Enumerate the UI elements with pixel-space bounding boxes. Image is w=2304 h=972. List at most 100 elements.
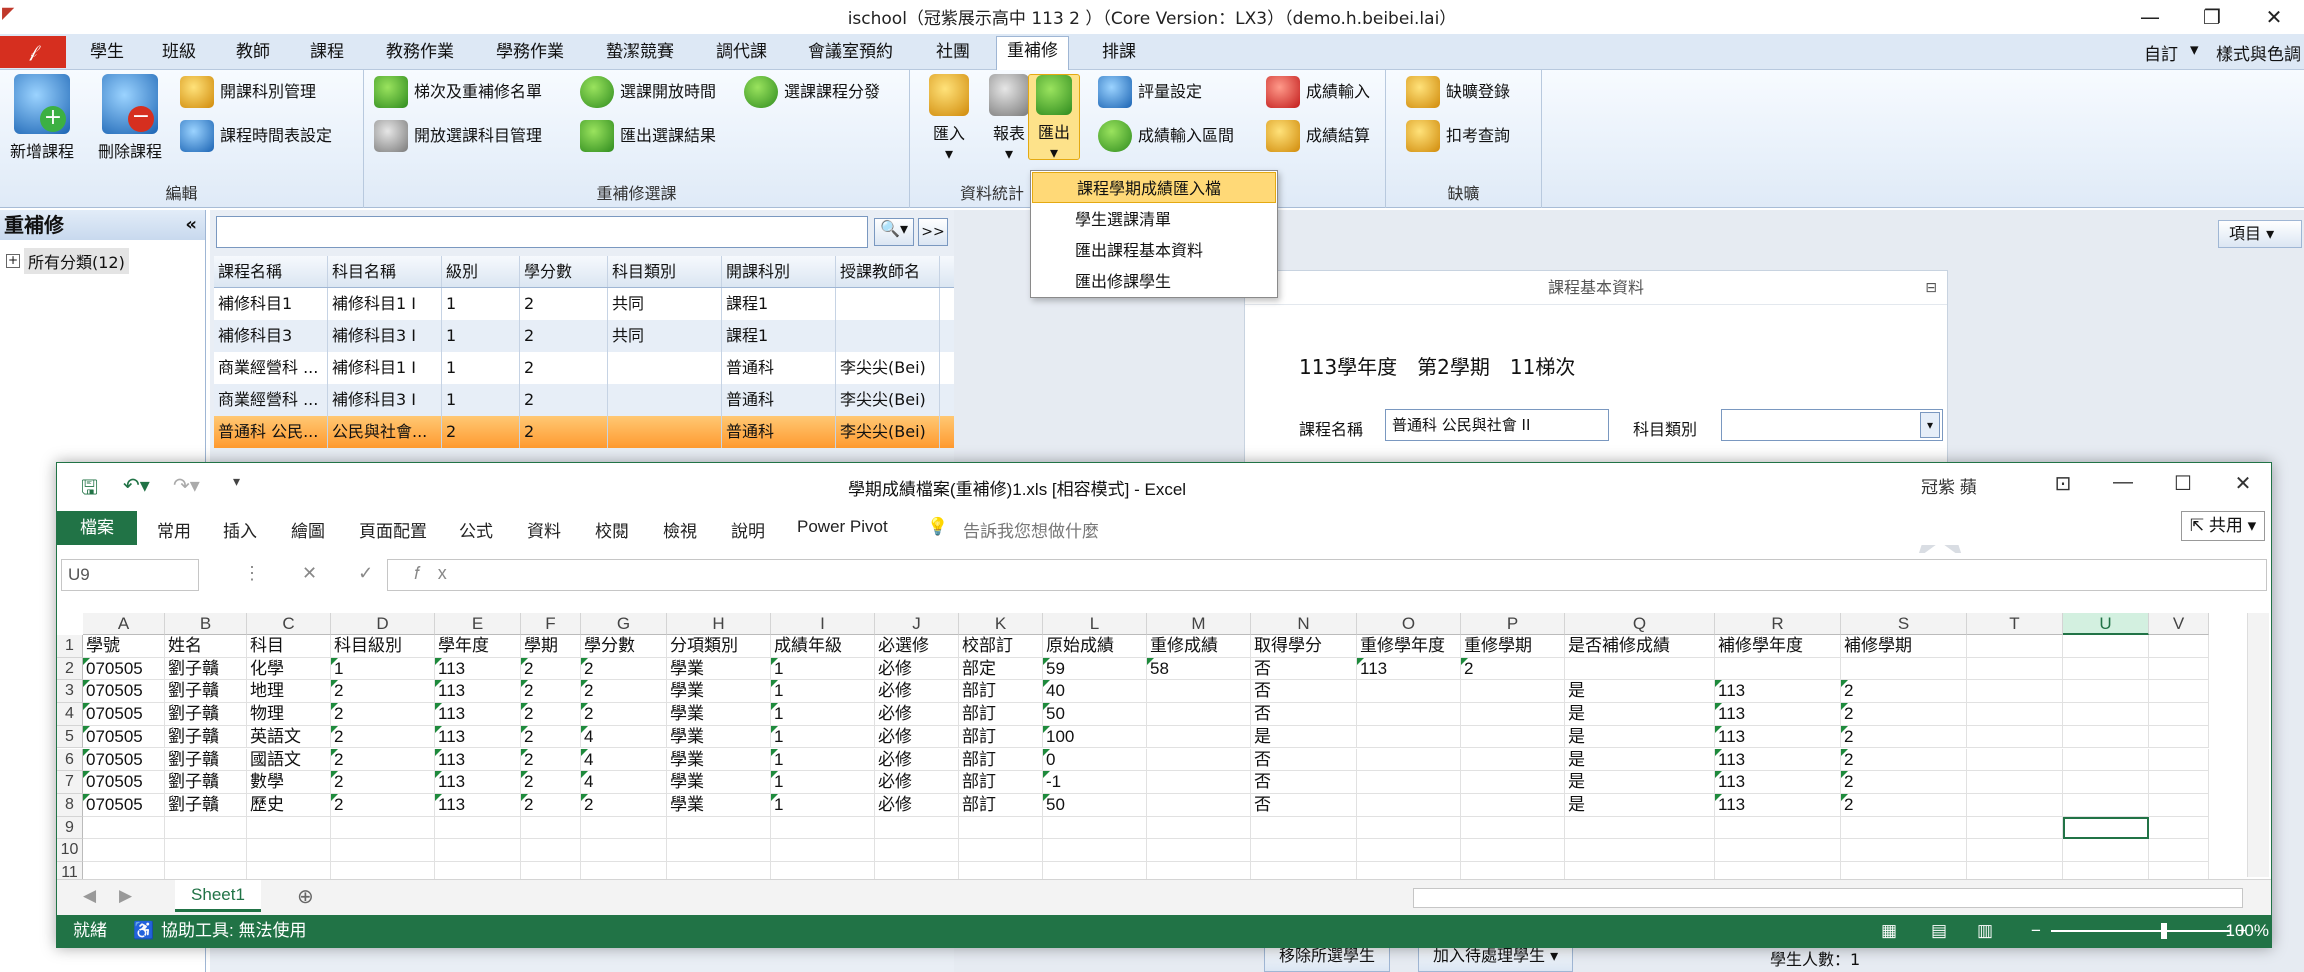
cell[interactable] <box>2149 748 2209 772</box>
custom-dropdown-icon[interactable]: ▾ <box>2190 40 2199 60</box>
cell[interactable] <box>959 839 1043 862</box>
cell[interactable]: 113 <box>1715 771 1841 794</box>
sheet-nav-right-icon[interactable]: ▶ <box>119 886 132 906</box>
cell[interactable] <box>2149 680 2209 704</box>
cell[interactable] <box>1461 839 1565 862</box>
tell-me-input[interactable]: 告訴我您想做什麼 <box>963 517 1099 542</box>
score-calc-button[interactable]: 成績結算 <box>1266 118 1370 154</box>
tab-substitute[interactable]: 調代課 <box>706 38 777 68</box>
cell[interactable]: 2 <box>521 748 581 772</box>
collapse-icon[interactable]: « <box>185 210 197 240</box>
vertical-scrollbar[interactable] <box>2247 613 2269 877</box>
cell[interactable]: 2 <box>521 793 581 817</box>
cell[interactable] <box>1357 748 1461 772</box>
zoom-out-icon[interactable]: − <box>2031 915 2041 947</box>
cell[interactable] <box>1715 839 1841 862</box>
cell[interactable] <box>2063 680 2149 704</box>
cell[interactable] <box>1461 748 1565 772</box>
close-button[interactable]: ✕ <box>2246 2 2302 32</box>
cell[interactable] <box>165 839 247 862</box>
cell[interactable]: 姓名 <box>165 635 247 658</box>
cell[interactable]: 2 <box>521 657 581 681</box>
cell[interactable]: 必修 <box>875 771 959 794</box>
cell[interactable]: 必修 <box>875 680 959 704</box>
minimize-button[interactable]: — <box>2122 2 2178 32</box>
menu-item-export-course-info[interactable]: 匯出課程基本資料 <box>1031 235 1277 266</box>
maximize-button[interactable]: ☐ <box>2153 471 2213 496</box>
cell[interactable] <box>1147 771 1251 794</box>
cell[interactable]: 否 <box>1251 793 1357 817</box>
cell[interactable]: 學業 <box>667 680 771 704</box>
cell[interactable]: 113 <box>435 680 521 704</box>
cell[interactable]: 補修學期 <box>1841 635 1967 658</box>
export-result-button[interactable]: 匯出選課結果 <box>580 118 716 154</box>
cell[interactable]: 40 <box>1043 680 1147 704</box>
accessibility-status[interactable]: 協助工具: 無法使用 <box>161 915 306 947</box>
cell[interactable] <box>1357 725 1461 749</box>
cell[interactable]: 113 <box>1715 725 1841 749</box>
sheet-nav-left-icon[interactable]: ◀ <box>83 886 96 906</box>
cell[interactable]: 必修 <box>875 793 959 817</box>
cell[interactable]: 必修 <box>875 657 959 681</box>
column-header[interactable]: B <box>165 613 247 635</box>
cell[interactable]: 是 <box>1565 680 1715 704</box>
cell[interactable] <box>1461 793 1565 817</box>
cell[interactable]: 070505 <box>83 657 165 681</box>
cell[interactable] <box>1967 816 2063 840</box>
row-header[interactable]: 1 <box>57 635 83 658</box>
cell[interactable]: 2 <box>581 680 667 704</box>
cell[interactable]: 學號 <box>83 635 165 658</box>
cell[interactable] <box>247 839 331 862</box>
row-header[interactable]: 8 <box>57 793 83 817</box>
cell[interactable] <box>2149 793 2209 817</box>
cell[interactable] <box>875 816 959 840</box>
cell[interactable] <box>2063 725 2149 749</box>
cell[interactable] <box>1357 839 1461 862</box>
cell[interactable]: 2 <box>521 680 581 704</box>
tab-teacher[interactable]: 教師 <box>226 38 280 68</box>
schedule-setting-button[interactable]: 課程時間表設定 <box>180 118 332 154</box>
items-dropdown-button[interactable]: 項目 ▾ <box>2218 220 2302 248</box>
zoom-level[interactable]: 100% <box>2226 915 2269 947</box>
minimize-button[interactable]: — <box>2093 471 2153 494</box>
tab-page-layout[interactable]: 頁面配置 <box>359 517 427 542</box>
cell[interactable] <box>1357 771 1461 794</box>
cell[interactable]: 物理 <box>247 703 331 726</box>
open-time-button[interactable]: 選課開放時間 <box>580 74 716 110</box>
cell[interactable]: 必選修 <box>875 635 959 658</box>
tab-view[interactable]: 檢視 <box>663 517 697 542</box>
page-layout-view-icon[interactable]: ▤ <box>1931 915 1947 947</box>
cell[interactable] <box>1461 816 1565 840</box>
cell[interactable]: 1 <box>771 725 875 749</box>
cell[interactable]: 50 <box>1043 703 1147 726</box>
tab-home[interactable]: 常用 <box>157 517 191 542</box>
cell[interactable] <box>1147 703 1251 726</box>
cell[interactable]: -1 <box>1043 771 1147 794</box>
cell[interactable] <box>2063 748 2149 772</box>
tab-makeup[interactable]: 重補修 <box>996 36 1069 70</box>
column-header[interactable]: R <box>1715 613 1841 635</box>
open-subject-button[interactable]: 開放選課科目管理 <box>374 118 542 154</box>
cell[interactable]: 必修 <box>875 748 959 772</box>
tab-review[interactable]: 校閱 <box>595 517 629 542</box>
cell[interactable]: 2 <box>1841 748 1967 772</box>
column-header[interactable]: J <box>875 613 959 635</box>
horizontal-scrollbar[interactable] <box>1413 888 2243 908</box>
cell[interactable] <box>83 816 165 840</box>
cell[interactable] <box>771 839 875 862</box>
cell[interactable] <box>1043 816 1147 840</box>
cell[interactable]: 2 <box>331 703 435 726</box>
menu-item-course-score-import[interactable]: 課程學期成績匯入檔 <box>1032 172 1276 203</box>
cell[interactable] <box>667 816 771 840</box>
tab-scheduling[interactable]: 排課 <box>1092 38 1146 68</box>
col-header-teacher[interactable]: 授課教師名 <box>836 256 940 287</box>
tab-class[interactable]: 班級 <box>152 38 206 68</box>
cell[interactable] <box>581 816 667 840</box>
cell[interactable] <box>1357 680 1461 704</box>
tab-student[interactable]: 學生 <box>80 38 134 68</box>
col-header-level[interactable]: 級別 <box>442 256 520 287</box>
tab-academic[interactable]: 教務作業 <box>376 38 464 68</box>
close-button[interactable]: ✕ <box>2213 471 2273 496</box>
cell[interactable]: 59 <box>1043 657 1147 681</box>
cell[interactable]: 部訂 <box>959 748 1043 772</box>
